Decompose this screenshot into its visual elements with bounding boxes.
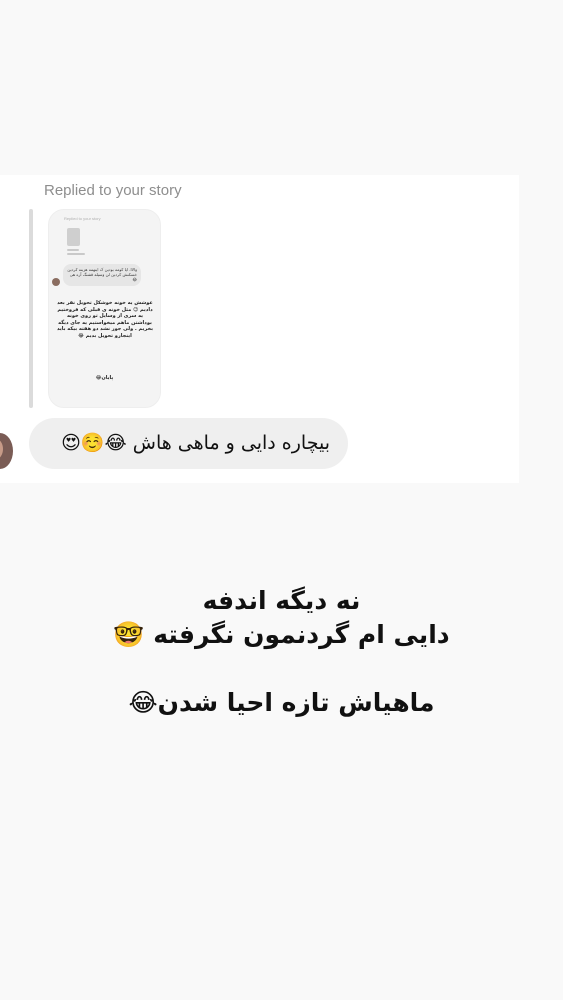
replied-to-story-label: Replied to your story [44,182,182,199]
thumbnail-message-bubble: والاا. ایا کومه بودین ک اینهمه هزینه کرد… [63,264,141,286]
thumbnail-body-text: عوشش یه خونه خوشکل تحویل نفر بعد دادیم 😉… [57,300,153,339]
reply-indicator-bar [29,209,33,408]
overlay-caption-line-3: ماهیاش تازه احیا شدن😂 [128,688,435,717]
thumbnail-end-text: پایان😂 [95,375,114,381]
message-bubble[interactable]: بیچاره دایی و ماهی هاش 😂☺️😍 [29,418,348,469]
thumbnail-avatar [52,278,60,286]
thumbnail-mini-line [67,253,85,255]
thumbnail-message-text: والاا. ایا کومه بودین ک اینهمه هزینه کرد… [67,267,137,282]
overlay-caption-line-2: دایی ام گردنمون نگرفته 🤓 [113,620,450,649]
thumbnail-mini-image [67,228,80,246]
thumbnail-mini-line [67,249,79,251]
thumbnail-caption: Replied to your story [64,216,101,221]
overlay-caption-line-1: نه دیگه اندفه [202,586,361,615]
message-text: بیچاره دایی و ماهی هاش 😂☺️😍 [61,432,330,454]
story-reply-thumbnail[interactable]: Replied to your story والاا. ایا کومه بو… [48,209,161,408]
